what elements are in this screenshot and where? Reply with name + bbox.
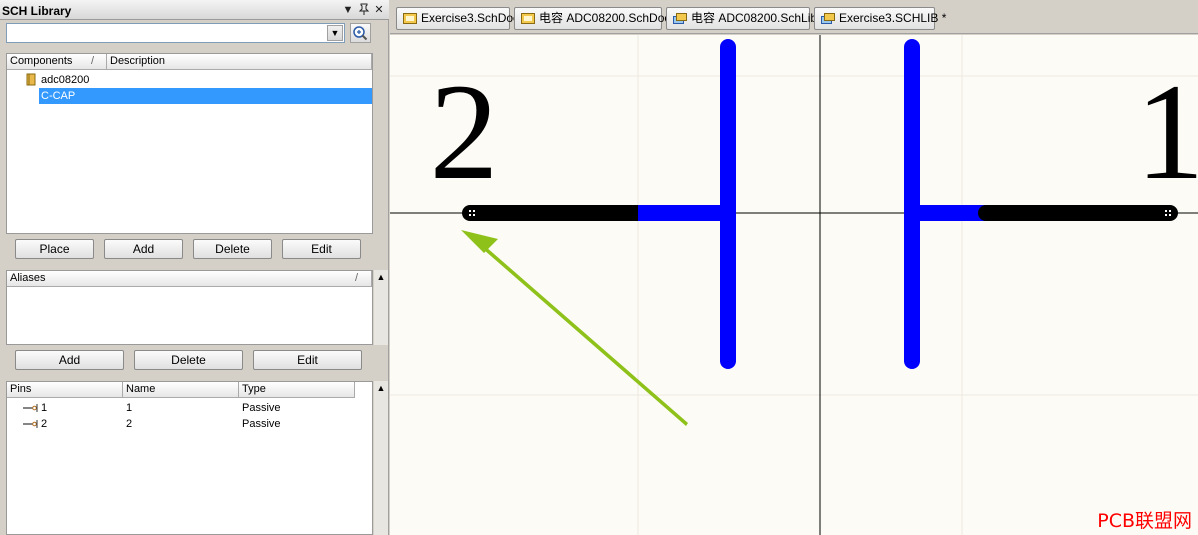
scroll-up-icon[interactable]: ▲ xyxy=(374,381,388,395)
pin-1-number: 1 xyxy=(1136,55,1198,208)
tab-adc08200-schlib[interactable]: 电容 ADC08200.SchLib xyxy=(666,7,817,30)
pin-row[interactable]: 2 2 Passive xyxy=(7,416,355,432)
schematic-canvas[interactable]: 2 1 PCB联盟网 xyxy=(390,35,1198,535)
component-book-icon xyxy=(26,73,36,86)
col-header-aliases[interactable]: Aliases / xyxy=(7,271,372,287)
tab-adc08200-schdoc[interactable]: 电容 ADC08200.SchDoc xyxy=(514,7,670,30)
annotation-arrow-icon xyxy=(461,230,688,426)
edit-alias-button[interactable]: Edit xyxy=(253,350,362,370)
col-header-pins[interactable]: Pins xyxy=(7,382,123,398)
delete-component-button[interactable]: Delete xyxy=(193,239,272,259)
schdoc-icon xyxy=(521,13,535,24)
pin-icon xyxy=(23,404,38,412)
delete-alias-button[interactable]: Delete xyxy=(134,350,243,370)
watermark: PCB联盟网 xyxy=(1097,510,1192,532)
place-button[interactable]: Place xyxy=(15,239,94,259)
col-header-name[interactable]: Name xyxy=(123,382,239,398)
panel-title: SCH Library xyxy=(2,4,72,18)
chevron-down-icon[interactable]: ▼ xyxy=(327,25,343,41)
sch-library-panel: SCH Library ▼ ✕ ▼ Components / Descripti… xyxy=(0,0,389,535)
col-header-components[interactable]: Components / xyxy=(7,54,107,70)
component-item-c-cap[interactable]: C-CAP xyxy=(39,88,372,104)
pins-list[interactable]: Pins Name Type 1 1 Passive 2 2 Passive xyxy=(6,381,373,535)
app-window: SCH Library ▼ ✕ ▼ Components / Descripti… xyxy=(0,0,1198,535)
close-panel-icon[interactable]: ✕ xyxy=(372,3,386,17)
components-list[interactable]: Components / Description adc08200 C-CAP xyxy=(6,53,373,234)
grid-lines xyxy=(390,35,1198,535)
pins-scrollbar[interactable]: ▲ xyxy=(374,381,388,535)
origin-crosshair xyxy=(390,35,1198,535)
panel-title-bar: SCH Library ▼ ✕ xyxy=(0,0,389,20)
col-header-description[interactable]: Description xyxy=(107,54,372,70)
panel-menu-icon[interactable]: ▼ xyxy=(341,3,355,17)
tab-exercise3-schdoc[interactable]: Exercise3.SchDoc xyxy=(396,7,519,30)
aliases-list[interactable]: Aliases / xyxy=(6,270,373,345)
schlib-icon xyxy=(673,13,687,24)
tab-exercise3-schlib[interactable]: Exercise3.SCHLIB * xyxy=(814,7,946,30)
magnifier-icon xyxy=(353,26,368,41)
component-item-adc08200[interactable]: adc08200 xyxy=(25,72,370,88)
add-component-button[interactable]: Add xyxy=(104,239,183,259)
pin-panel-icon[interactable] xyxy=(357,3,371,17)
scroll-up-icon[interactable]: ▲ xyxy=(374,270,388,284)
schematic-drawing: 2 1 xyxy=(390,35,1198,535)
pin-row[interactable]: 1 1 Passive xyxy=(7,400,355,416)
edit-component-button[interactable]: Edit xyxy=(282,239,361,259)
pin-icon xyxy=(23,420,38,428)
pin-2-number: 2 xyxy=(430,55,499,208)
zoom-search-button[interactable] xyxy=(350,23,371,43)
col-header-type[interactable]: Type xyxy=(239,382,355,398)
aliases-scrollbar[interactable]: ▲ xyxy=(374,270,388,345)
document-tab-bar: Exercise3.SchDoc 电容 ADC08200.SchDoc 电容 A… xyxy=(390,0,1198,34)
schlib-icon xyxy=(821,13,835,24)
add-alias-button[interactable]: Add xyxy=(15,350,124,370)
schdoc-icon xyxy=(403,13,417,24)
component-filter-combo[interactable]: ▼ xyxy=(6,23,345,43)
